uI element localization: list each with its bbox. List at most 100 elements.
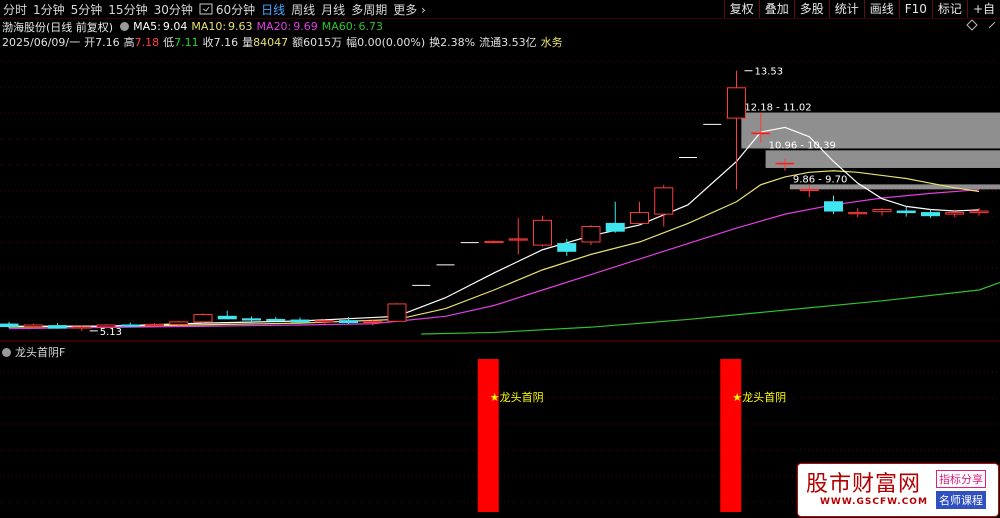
candle-7 <box>169 320 189 326</box>
candle-9 <box>217 310 237 320</box>
float-label-text: 流通 <box>479 35 502 49</box>
candle-6 <box>145 323 164 328</box>
close-icon[interactable] <box>966 19 978 31</box>
candle-body-40 <box>969 210 989 214</box>
candle-body-36 <box>872 208 892 213</box>
candle-body-22 <box>533 219 552 246</box>
candles <box>0 70 989 331</box>
candle-31 <box>751 112 771 143</box>
candle-body-20 <box>484 240 504 244</box>
zone-box-1 <box>765 150 1000 168</box>
candle-body-11 <box>266 318 286 322</box>
candle-body-34 <box>824 201 843 212</box>
turnover-label-text: 换 <box>429 35 441 49</box>
ma10-value: 9.63 <box>228 20 253 33</box>
candle-23 <box>557 238 577 256</box>
ma5-label-text: MA5: <box>133 20 161 33</box>
candle-body-32 <box>775 162 795 165</box>
toolbar-button-6[interactable]: 标记 <box>931 0 967 18</box>
candle-body-24 <box>581 226 601 243</box>
toolbar-button-1[interactable]: 叠加 <box>758 0 794 18</box>
toolbar-button-3[interactable]: 统计 <box>828 0 864 18</box>
candle-body-8 <box>193 313 213 323</box>
candle-15 <box>363 319 383 326</box>
period-tab-0[interactable]: 分时 <box>0 1 30 18</box>
ma60-label: MA60: 6.73 <box>322 20 387 33</box>
period-tab-2[interactable]: 5分钟 <box>68 1 106 18</box>
period-tab-6[interactable]: 日线 <box>258 1 288 18</box>
candle-body-3 <box>72 326 92 329</box>
candle-22 <box>533 215 552 247</box>
ma20-line <box>8 189 980 330</box>
candle-body-15 <box>363 320 383 324</box>
zone-label-1: 10.96 - 10.39 <box>769 140 836 151</box>
signal-bars: ★龙头首阴 ★龙头首阴 <box>477 359 786 512</box>
period-settings-icon[interactable] <box>199 2 213 16</box>
period-tab-9[interactable]: 多周期 <box>348 1 390 18</box>
toolbar-button-2[interactable]: 多股 <box>793 0 829 18</box>
candle-body-7 <box>169 321 189 325</box>
ma10-label-text: MA10: <box>191 20 227 33</box>
zone-box-0 <box>741 112 1000 149</box>
stock-name[interactable]: 渤海股份 <box>2 19 46 35</box>
signal-0: ★龙头首阴 <box>477 359 544 512</box>
volume-value: 84047 <box>253 35 289 49</box>
more-menu[interactable]: 更多 › <box>390 1 429 18</box>
ma60-label-text: MA60: <box>321 20 357 33</box>
high-label: 高7.18 <box>124 34 160 50</box>
toolbar-button-7[interactable]: +自 <box>966 0 1000 18</box>
signal-bar-1 <box>720 359 742 512</box>
annotation-0: 13.53 <box>755 67 784 78</box>
close-label: 收7.16 <box>203 34 239 50</box>
low-value: 7.11 <box>174 35 199 49</box>
period-tab-1[interactable]: 1分钟 <box>30 1 68 18</box>
indicator-settings-icon[interactable] <box>120 22 130 31</box>
indicator-title[interactable]: 龙头首阴F <box>2 344 65 360</box>
close-value: 7.16 <box>213 35 239 49</box>
candle-body-33 <box>799 188 819 192</box>
candle-body-0 <box>0 323 19 328</box>
period-tab-8[interactable]: 月线 <box>318 1 348 18</box>
candle-36 <box>872 207 892 216</box>
quote-info-line: 2025/06/09/一 开7.16 高7.18 低7.11 收7.16 量84… <box>0 34 567 49</box>
ma5-line <box>9 126 980 327</box>
change-label: 幅0.00(0.00%) <box>346 34 425 50</box>
candle-body-38 <box>921 212 940 217</box>
more-menu-label: 更多 <box>393 2 418 17</box>
toolbar-button-4[interactable]: 画线 <box>863 0 899 18</box>
candle-38 <box>921 209 940 218</box>
candle-body-6 <box>145 323 164 327</box>
candle-body-37 <box>896 210 916 214</box>
sector-label[interactable]: 水务 <box>541 34 563 50</box>
candle-39 <box>945 209 965 218</box>
period-tab-7[interactable]: 周线 <box>288 1 318 18</box>
candle-1 <box>23 323 43 329</box>
zone-label-2: 9.86 - 9.70 <box>793 174 848 185</box>
period-tab-5[interactable]: 60分钟 <box>213 1 258 18</box>
candle-40 <box>969 207 989 216</box>
right-toolbar: 复权 叠加 多股 统计 画线 F10 标记 +自 <box>723 0 1000 18</box>
open-value: 7.16 <box>95 35 120 49</box>
indicator-name: 龙头首阴F <box>15 346 66 359</box>
period-tab-4[interactable]: 30分钟 <box>151 1 196 18</box>
quote-date: 2025/06/09/一 <box>2 35 81 49</box>
change-label-text: 幅 <box>346 35 358 49</box>
period-tabs: 分时 1分钟 5分钟 15分钟 30分钟 60分钟 日线 周线 月线 多周期 更多 › <box>0 0 429 18</box>
candle-5 <box>120 322 140 328</box>
candle-3 <box>72 325 92 331</box>
kline-chart[interactable]: 12.18 - 11.02 10.96 - 10.39 9.86 - 9.70 13… <box>0 0 1000 518</box>
candle-20 <box>484 240 504 244</box>
candle-16 <box>387 303 407 322</box>
ma5-value: 9.04 <box>162 20 188 33</box>
candle-body-27 <box>654 187 674 215</box>
amount-label: 额6015万 <box>292 34 342 50</box>
candle-21 <box>508 217 528 255</box>
open-label-text: 开 <box>84 35 96 49</box>
toolbar-button-0[interactable]: 复权 <box>723 0 759 18</box>
close-label-text: 收 <box>202 35 214 49</box>
candle-26 <box>630 201 649 224</box>
toolbar-button-5[interactable]: F10 <box>898 0 932 18</box>
indicator-menu-icon[interactable] <box>2 347 11 357</box>
scroll-up-icon[interactable] <box>987 19 997 31</box>
period-tab-3[interactable]: 15分钟 <box>105 1 150 18</box>
